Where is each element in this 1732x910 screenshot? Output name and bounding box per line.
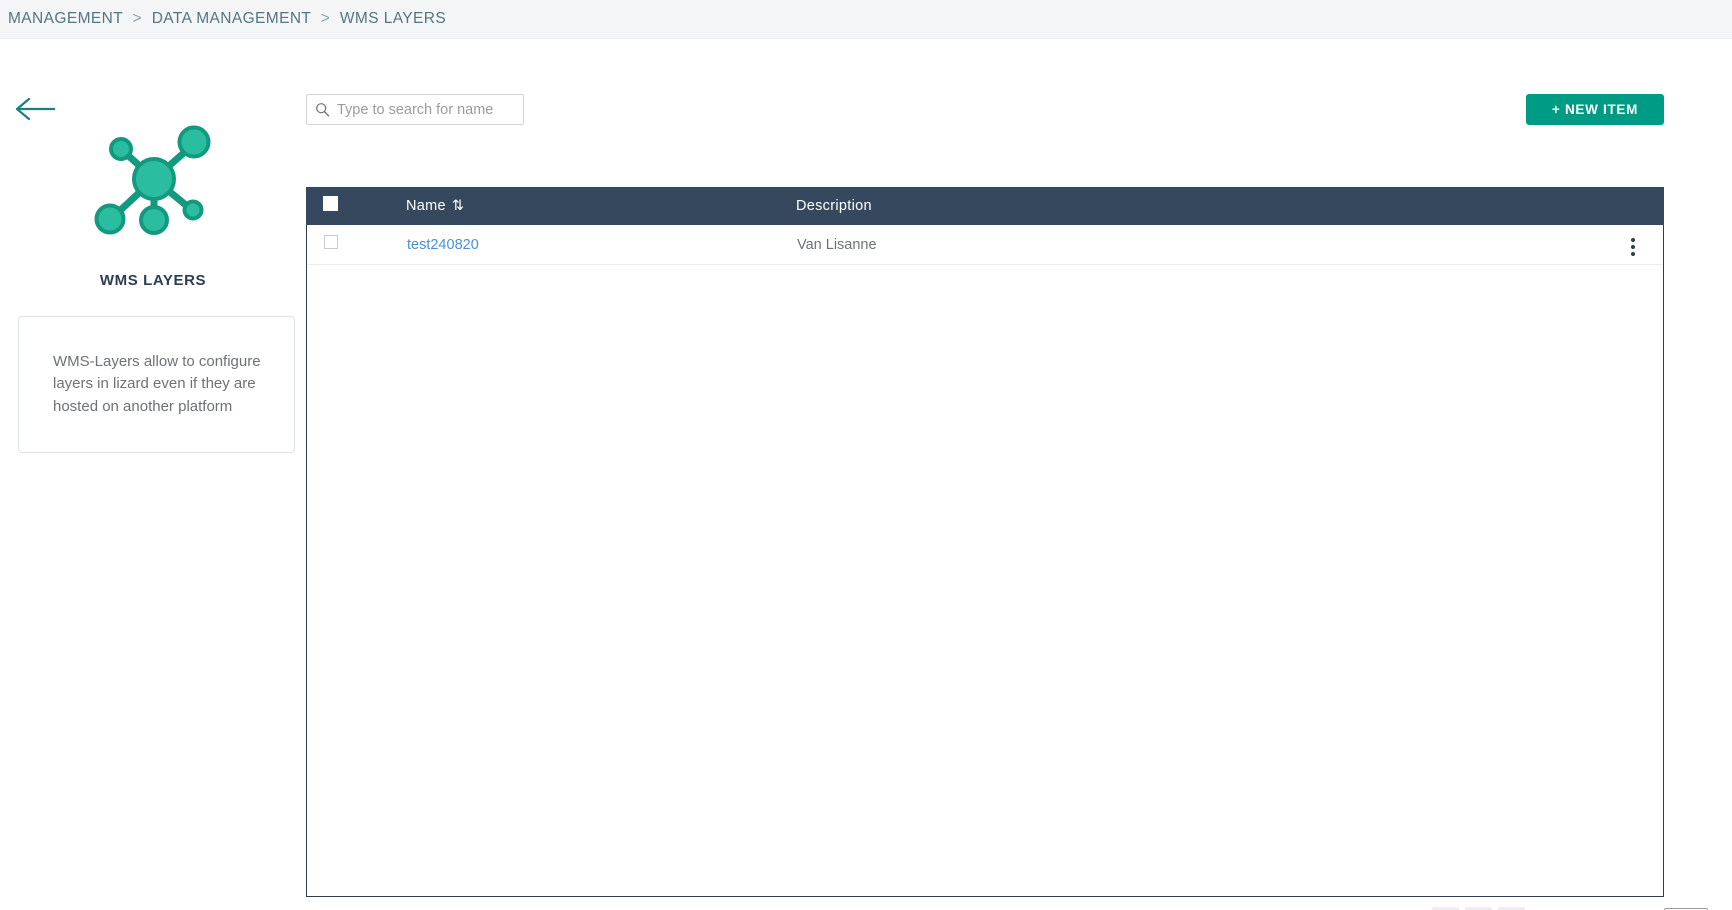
back-arrow-button[interactable]: [15, 96, 57, 122]
panel-title: WMS LAYERS: [99, 272, 207, 289]
row-description-cell: Van Lisanne: [797, 236, 1603, 254]
kebab-menu-icon[interactable]: [1621, 234, 1645, 260]
table-header-name-label: Name: [406, 198, 446, 214]
table-header-row: Name ⇅ Description: [306, 187, 1664, 225]
new-item-button[interactable]: + NEW ITEM: [1526, 94, 1664, 125]
row-menu-cell: [1603, 229, 1663, 260]
left-panel: WMS LAYERS WMS-Layers allow to configure…: [0, 39, 306, 910]
breadcrumb-item-management[interactable]: MANAGEMENT: [8, 10, 123, 27]
sort-toggle-icon[interactable]: ⇅: [452, 198, 464, 214]
network-nodes-icon: [88, 117, 220, 249]
table-header-description-label: Description: [796, 198, 872, 214]
search-icon: [316, 103, 330, 117]
arrow-left-icon: [15, 97, 55, 121]
search-input[interactable]: [335, 100, 523, 119]
table-header-name[interactable]: Name ⇅: [406, 198, 796, 214]
row-checkbox-cell: [307, 235, 407, 254]
breadcrumb-separator: >: [132, 10, 142, 27]
info-card: WMS-Layers allow to configure layers in …: [18, 316, 295, 453]
table-row: test240820 Van Lisanne: [307, 225, 1663, 265]
table-header-checkbox-cell: [306, 196, 406, 216]
table-header-description: Description: [796, 198, 1604, 214]
row-select-checkbox[interactable]: [324, 235, 338, 249]
breadcrumb-item-wms-layers[interactable]: WMS LAYERS: [340, 10, 446, 27]
row-name-cell: test240820: [407, 236, 797, 254]
breadcrumb: MANAGEMENT > DATA MANAGEMENT > WMS LAYER…: [8, 10, 446, 28]
search-box[interactable]: [306, 94, 524, 125]
breadcrumb-separator: >: [320, 10, 331, 27]
page-body: WMS LAYERS WMS-Layers allow to configure…: [0, 39, 1732, 910]
data-table: Name ⇅ Description test240820 Van Lisann…: [306, 187, 1664, 897]
breadcrumb-item-data-management[interactable]: DATA MANAGEMENT: [152, 10, 311, 27]
row-name-link[interactable]: test240820: [407, 237, 479, 253]
info-card-text: WMS-Layers allow to configure layers in …: [53, 352, 261, 415]
select-all-checkbox[interactable]: [323, 196, 338, 211]
breadcrumb-bar: MANAGEMENT > DATA MANAGEMENT > WMS LAYER…: [0, 0, 1732, 39]
row-description-text: Van Lisanne: [797, 236, 877, 253]
